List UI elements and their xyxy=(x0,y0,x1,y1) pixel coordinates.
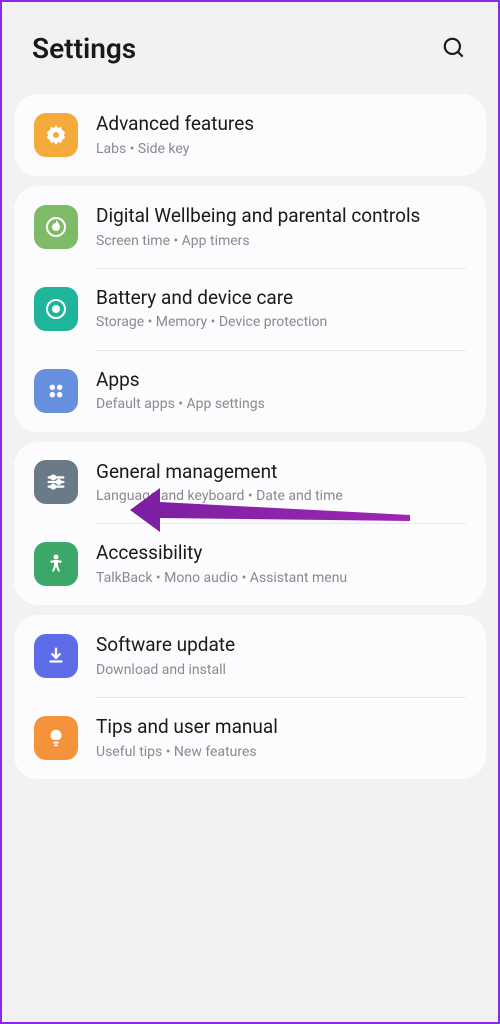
item-text: Digital Wellbeing and parental controls … xyxy=(96,204,466,250)
settings-item-advanced-features[interactable]: Advanced features Labs • Side key xyxy=(14,94,486,176)
item-text: Advanced features Labs • Side key xyxy=(96,112,466,158)
item-title: General management xyxy=(96,460,466,485)
item-title: Digital Wellbeing and parental controls xyxy=(96,204,466,229)
settings-item-tips-manual[interactable]: Tips and user manual Useful tips • New f… xyxy=(14,697,486,779)
tips-icon xyxy=(34,716,78,760)
item-title: Tips and user manual xyxy=(96,715,466,740)
settings-item-general-management[interactable]: General management Language and keyboard… xyxy=(14,442,486,524)
item-text: Software update Download and install xyxy=(96,633,466,679)
apps-icon xyxy=(34,369,78,413)
item-subtitle: Screen time • App timers xyxy=(96,232,466,250)
settings-item-accessibility[interactable]: Accessibility TalkBack • Mono audio • As… xyxy=(14,523,486,605)
item-text: Apps Default apps • App settings xyxy=(96,368,466,414)
item-subtitle: Language and keyboard • Date and time xyxy=(96,487,466,505)
general-management-icon xyxy=(34,460,78,504)
search-button[interactable] xyxy=(436,30,472,66)
item-subtitle: TalkBack • Mono audio • Assistant menu xyxy=(96,569,466,587)
item-title: Advanced features xyxy=(96,112,466,137)
item-title: Battery and device care xyxy=(96,286,466,311)
item-title: Software update xyxy=(96,633,466,658)
settings-group: General management Language and keyboard… xyxy=(14,442,486,606)
search-icon xyxy=(441,35,467,61)
item-text: Battery and device care Storage • Memory… xyxy=(96,286,466,332)
item-text: General management Language and keyboard… xyxy=(96,460,466,506)
item-subtitle: Useful tips • New features xyxy=(96,743,466,761)
item-text: Tips and user manual Useful tips • New f… xyxy=(96,715,466,761)
settings-item-software-update[interactable]: Software update Download and install xyxy=(14,615,486,697)
settings-item-battery-device-care[interactable]: Battery and device care Storage • Memory… xyxy=(14,268,486,350)
item-subtitle: Download and install xyxy=(96,661,466,679)
settings-group: Software update Download and install Tip… xyxy=(14,615,486,779)
advanced-features-icon xyxy=(34,113,78,157)
item-title: Accessibility xyxy=(96,541,466,566)
item-subtitle: Labs • Side key xyxy=(96,140,466,158)
software-update-icon xyxy=(34,634,78,678)
header: Settings xyxy=(2,2,498,84)
battery-care-icon xyxy=(34,287,78,331)
settings-item-digital-wellbeing[interactable]: Digital Wellbeing and parental controls … xyxy=(14,186,486,268)
item-text: Accessibility TalkBack • Mono audio • As… xyxy=(96,541,466,587)
accessibility-icon xyxy=(34,542,78,586)
page-title: Settings xyxy=(32,32,136,65)
settings-group: Digital Wellbeing and parental controls … xyxy=(14,186,486,432)
item-subtitle: Storage • Memory • Device protection xyxy=(96,313,466,331)
item-title: Apps xyxy=(96,368,466,393)
digital-wellbeing-icon xyxy=(34,205,78,249)
settings-item-apps[interactable]: Apps Default apps • App settings xyxy=(14,350,486,432)
item-subtitle: Default apps • App settings xyxy=(96,395,466,413)
settings-group: Advanced features Labs • Side key xyxy=(14,94,486,176)
